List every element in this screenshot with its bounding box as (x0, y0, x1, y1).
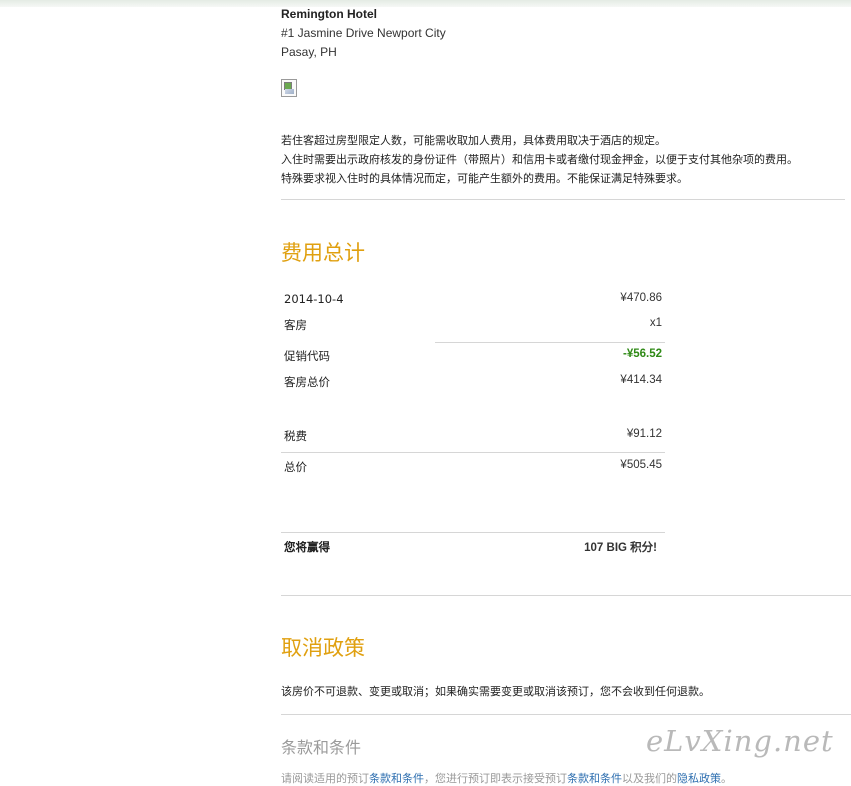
room-quantity: x1 (649, 317, 662, 329)
top-bar (0, 0, 851, 7)
fee-row-total: 总价 ¥505.45 (281, 457, 665, 477)
tax-value: ¥91.12 (626, 428, 662, 440)
room-total-label: 客房总价 (284, 375, 330, 389)
hotel-address-line1: #1 Jasmine Drive Newport City (281, 26, 446, 40)
terms-text-mid2: 以及我们的 (622, 772, 677, 785)
divider (281, 452, 665, 453)
room-label: 客房 (284, 318, 307, 332)
fee-row-room-total: 客房总价 ¥414.34 (281, 372, 665, 392)
fee-row-date: 2014-10-4 ¥470.86 (281, 290, 665, 310)
terms-text: 请阅读适用的预订条款和条件，您进行预订即表示接受预订条款和条件以及我们的隐私政策… (281, 770, 732, 786)
total-value: ¥505.45 (620, 459, 662, 471)
fee-row-promo: 促销代码 -¥56.52 (281, 346, 665, 366)
divider (281, 595, 851, 596)
hotel-name: Remington Hotel (281, 7, 377, 21)
promo-label: 促销代码 (284, 349, 330, 363)
terms-link[interactable]: 条款和条件 (369, 772, 424, 785)
terms-text-end: 。 (721, 772, 732, 785)
room-total-value: ¥414.34 (620, 374, 662, 386)
cancel-policy-text: 该房价不可退款、变更或取消；如果确实需要变更或取消该预订，您不会收到任何退款。 (281, 685, 710, 698)
divider (435, 342, 665, 343)
terms-title: 条款和条件 (281, 738, 362, 757)
cancel-policy-title: 取消政策 (281, 636, 365, 660)
terms-link-2[interactable]: 条款和条件 (567, 772, 622, 785)
terms-text-mid: ，您进行预订即表示接受预订 (424, 772, 567, 785)
divider (281, 199, 845, 200)
note-special-requests: 特殊要求视入住时的具体情况而定，可能产生额外的费用。不能保证满足特殊要求。 (281, 172, 688, 185)
fee-row-points: 您将赢得 107 BIG 积分! (281, 537, 665, 557)
divider (281, 714, 851, 715)
hotel-address-line2: Pasay, PH (281, 45, 337, 59)
earn-points: 107 BIG 积分! (584, 542, 657, 554)
fee-row-tax: 税费 ¥91.12 (281, 426, 665, 446)
stay-date: 2014-10-4 (284, 292, 344, 306)
note-extra-guests: 若住客超过房型限定人数，可能需收取加人费用，具体费用取决于酒店的规定。 (281, 134, 666, 147)
nightly-price: ¥470.86 (620, 292, 662, 304)
tax-label: 税费 (284, 429, 307, 443)
watermark-logo: eLvXing.net (646, 724, 834, 758)
divider (281, 532, 665, 533)
fees-title: 费用总计 (281, 241, 365, 265)
promo-discount: -¥56.52 (622, 348, 662, 360)
total-label: 总价 (284, 460, 307, 474)
privacy-policy-link[interactable]: 隐私政策 (677, 772, 721, 785)
broken-image-icon (281, 79, 297, 97)
fee-row-room: 客房 x1 (281, 315, 665, 335)
earn-label: 您将赢得 (284, 540, 330, 554)
terms-text-start: 请阅读适用的预订 (281, 772, 369, 785)
note-id-deposit: 入住时需要出示政府核发的身份证件（带照片）和信用卡或者缴付现金押金，以便于支付其… (281, 153, 798, 166)
